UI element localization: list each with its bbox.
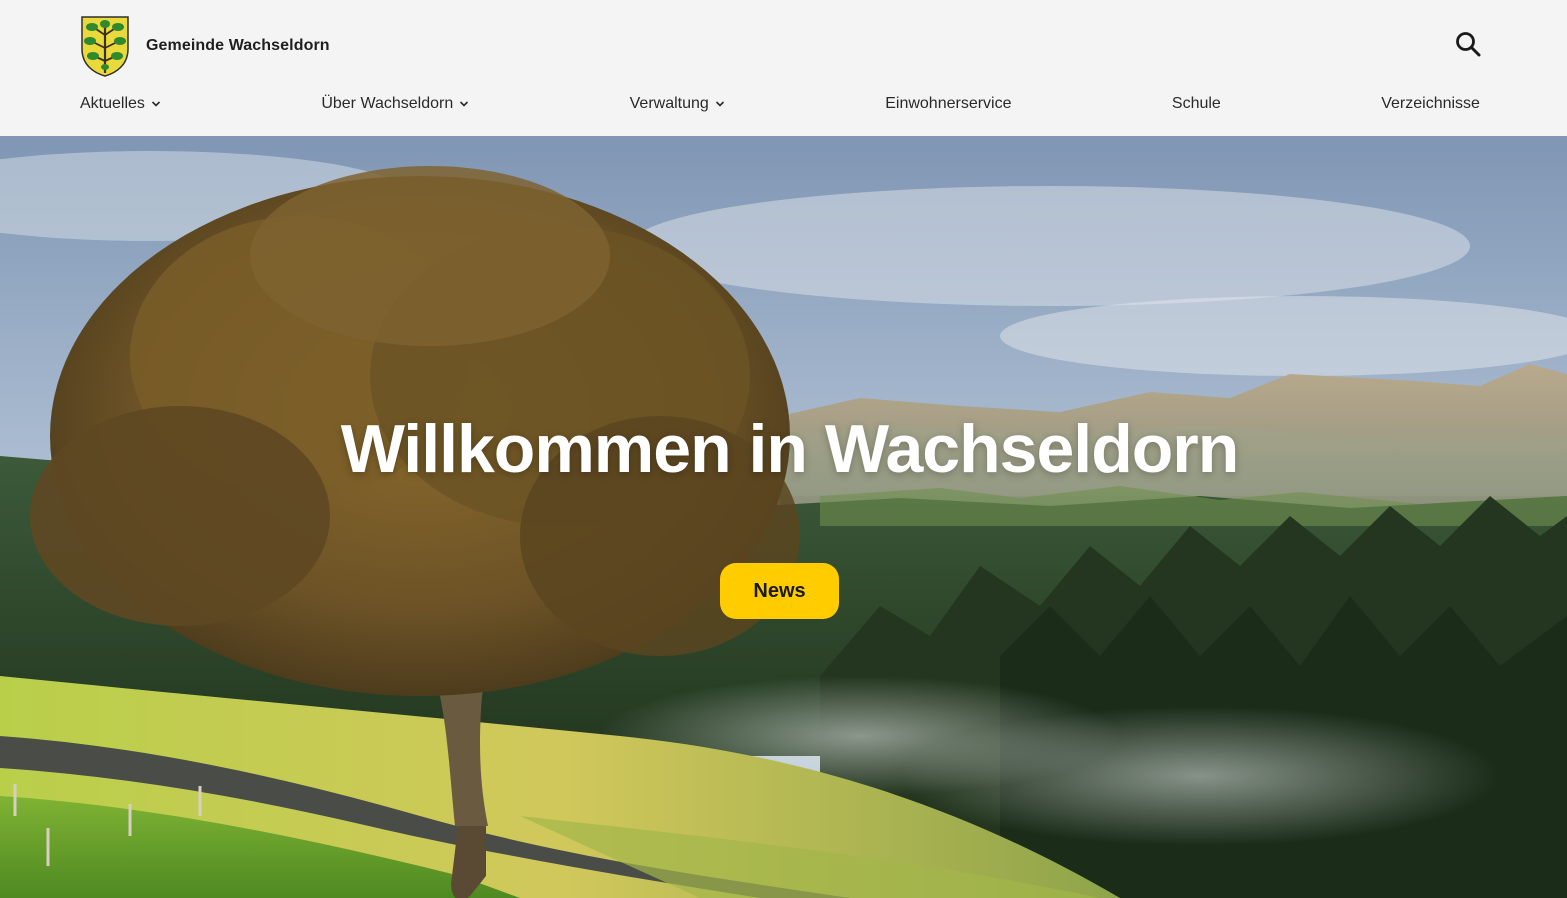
nav-item-label: Über Wachseldorn [321, 95, 454, 112]
nav-item-label: Verwaltung [629, 95, 709, 112]
hero-landscape-image [0, 136, 1567, 898]
nav-item-verzeichnisse[interactable]: Verzeichnisse [1381, 95, 1480, 113]
news-button[interactable]: News [720, 563, 839, 619]
site-name: Gemeinde Wachseldorn [146, 37, 330, 54]
home-link[interactable]: Gemeinde Wachseldorn [80, 15, 330, 77]
chevron-down-icon [460, 101, 469, 107]
search-button[interactable] [1452, 30, 1484, 62]
nav-item-label: Verzeichnisse [1381, 95, 1480, 112]
nav-item-ueber-wachseldorn[interactable]: Über Wachseldorn [321, 95, 469, 113]
chevron-down-icon [151, 101, 160, 107]
site-header: Gemeinde Wachseldorn Aktuelles Über Wach… [0, 0, 1567, 136]
chevron-down-icon [715, 101, 724, 107]
search-icon [1455, 31, 1481, 62]
nav-item-label: Schule [1171, 95, 1221, 112]
hero-title: Willkommen in Wachseldorn [340, 411, 1240, 487]
nav-item-schule[interactable]: Schule [1172, 95, 1221, 113]
nav-item-aktuelles[interactable]: Aktuelles [80, 95, 161, 113]
nav-item-verwaltung[interactable]: Verwaltung [630, 95, 725, 113]
main-navigation: Aktuelles Über Wachseldorn Verwaltung Ei… [80, 90, 1480, 118]
nav-item-einwohnerservice[interactable]: Einwohnerservice [885, 95, 1011, 113]
nav-item-label: Aktuelles [80, 95, 145, 112]
nav-item-label: Einwohnerservice [885, 95, 1012, 112]
hero-section: Willkommen in Wachseldorn News [0, 136, 1567, 898]
coat-of-arms-icon [80, 15, 130, 77]
